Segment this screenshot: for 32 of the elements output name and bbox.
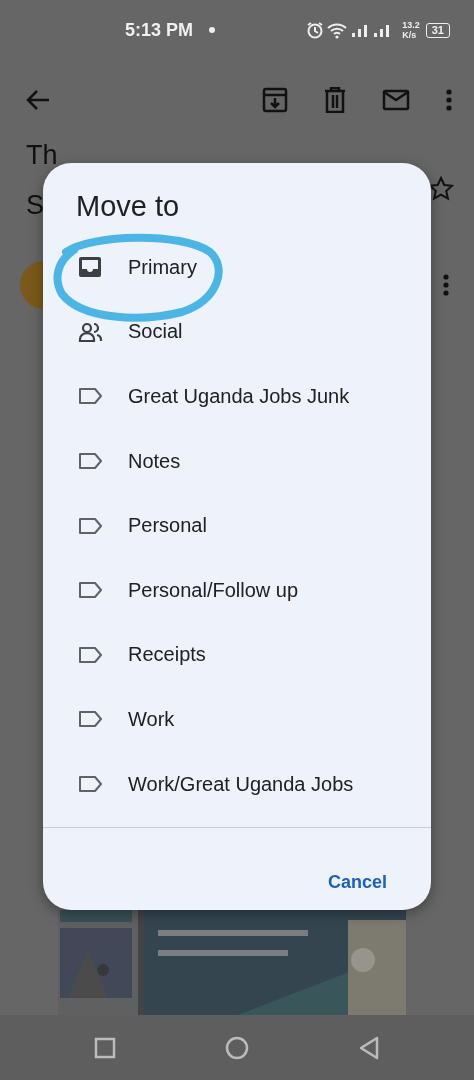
trash-icon[interactable] (324, 87, 346, 113)
folder-option[interactable]: Personal (43, 493, 431, 558)
alarm-icon (306, 21, 325, 39)
star-icon[interactable] (428, 176, 454, 202)
back-icon[interactable] (357, 1035, 380, 1060)
folder-option[interactable]: Social (43, 299, 431, 365)
folder-option[interactable]: Receipts (43, 622, 431, 688)
folder-option[interactable]: Work (43, 687, 431, 752)
home-icon[interactable] (225, 1035, 249, 1060)
network-speed-value: 13.2 (402, 20, 420, 30)
battery-indicator: 31 (425, 22, 450, 38)
clock-time: 5:13 PM (125, 19, 194, 41)
folder-option[interactable]: Great Uganda Jobs Junk (43, 364, 431, 429)
folder-option[interactable]: Work/Great Uganda Jobs (43, 751, 431, 817)
archive-icon[interactable] (262, 87, 288, 113)
dialog-title: Move to (75, 189, 181, 224)
more-icon[interactable] (446, 89, 452, 111)
dot-icon (209, 27, 216, 33)
mail-icon[interactable] (382, 89, 410, 111)
more-icon[interactable] (443, 274, 449, 296)
email-subject: Th (26, 140, 58, 170)
recent-apps-icon[interactable] (94, 1036, 117, 1059)
folder-option[interactable]: Personal/Follow up (43, 557, 431, 623)
folder-option[interactable]: Notes (43, 428, 431, 494)
cancel-button[interactable]: Cancel (327, 872, 387, 893)
inbox-icon (78, 256, 104, 279)
network-speed-unit: K/s (402, 30, 418, 40)
email-subject: S (26, 190, 45, 220)
folder-option[interactable]: Primary (43, 235, 431, 300)
back-arrow-icon[interactable] (25, 89, 51, 111)
wifi-icon (326, 21, 349, 39)
people-icon (78, 320, 104, 343)
